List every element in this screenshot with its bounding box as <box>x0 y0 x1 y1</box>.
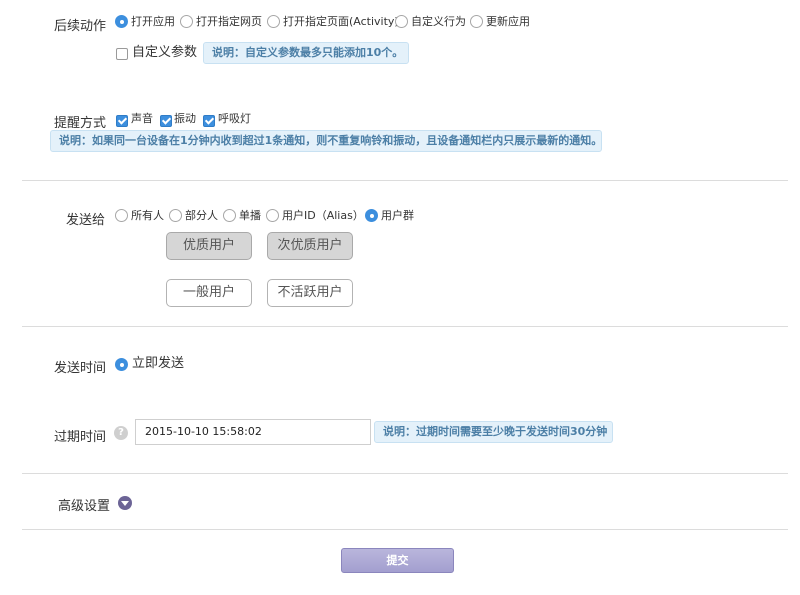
send-to-label: 发送给 <box>66 213 106 228</box>
radio-send-unicast[interactable] <box>223 209 236 222</box>
chevron-down-icon[interactable] <box>118 496 132 510</box>
alert-method-label: 提醒方式 <box>54 116 107 131</box>
radio-update-app[interactable] <box>470 15 483 28</box>
radio-send-now[interactable] <box>115 358 128 371</box>
follow-action-label: 后续动作 <box>54 19 107 34</box>
radio-send-alias[interactable] <box>266 209 279 222</box>
alert-led-checkbox[interactable] <box>203 115 215 127</box>
alert-vibrate-label: 振动 <box>174 112 196 125</box>
section-divider <box>22 180 788 181</box>
option-custom-behavior-label: 自定义行为 <box>411 15 466 28</box>
send-group-label: 用户群 <box>381 209 414 222</box>
radio-open-app[interactable] <box>115 15 128 28</box>
expire-time-label: 过期时间 <box>54 430 107 445</box>
alert-sound-label: 声音 <box>131 112 153 125</box>
expire-time-note: 说明：过期时间需要至少晚于发送时间30分钟 <box>374 421 613 443</box>
option-update-app-label: 更新应用 <box>486 15 530 28</box>
submit-button[interactable]: 提交 <box>341 548 454 573</box>
section-divider <box>22 473 788 474</box>
section-divider <box>22 326 788 327</box>
group-button-secondary[interactable]: 次优质用户 <box>267 232 353 260</box>
alert-vibrate-checkbox[interactable] <box>160 115 172 127</box>
send-time-label: 发送时间 <box>54 361 107 376</box>
radio-open-activity[interactable] <box>267 15 280 28</box>
section-divider <box>22 529 788 530</box>
radio-send-group[interactable] <box>365 209 378 222</box>
group-button-premium[interactable]: 优质用户 <box>166 232 252 260</box>
radio-open-url[interactable] <box>180 15 193 28</box>
radio-send-partial[interactable] <box>169 209 182 222</box>
custom-params-note: 说明：自定义参数最多只能添加10个。 <box>203 42 409 64</box>
radio-send-all[interactable] <box>115 209 128 222</box>
option-open-activity-label: 打开指定页面(Activity) <box>283 15 399 28</box>
question-icon[interactable]: ? <box>114 426 128 440</box>
radio-custom-behavior[interactable] <box>395 15 408 28</box>
custom-params-label: 自定义参数 <box>132 45 198 60</box>
option-open-app-label: 打开应用 <box>131 15 175 28</box>
group-button-inactive[interactable]: 不活跃用户 <box>267 279 353 307</box>
send-unicast-label: 单播 <box>239 209 261 222</box>
group-button-regular[interactable]: 一般用户 <box>166 279 252 307</box>
alert-method-note: 说明：如果同一台设备在1分钟内收到超过1条通知，则不重复响铃和振动，且设备通知栏… <box>50 130 602 152</box>
expire-time-input[interactable]: 2015-10-10 15:58:02 <box>135 419 371 445</box>
send-alias-label: 用户ID（Alias） <box>282 209 364 222</box>
send-partial-label: 部分人 <box>185 209 218 222</box>
custom-params-checkbox[interactable] <box>116 48 128 60</box>
send-now-label: 立即发送 <box>132 356 185 371</box>
send-all-label: 所有人 <box>131 209 164 222</box>
alert-led-label: 呼吸灯 <box>218 112 251 125</box>
advanced-settings-label: 高级设置 <box>58 499 111 514</box>
option-open-url-label: 打开指定网页 <box>196 15 262 28</box>
alert-sound-checkbox[interactable] <box>116 115 128 127</box>
